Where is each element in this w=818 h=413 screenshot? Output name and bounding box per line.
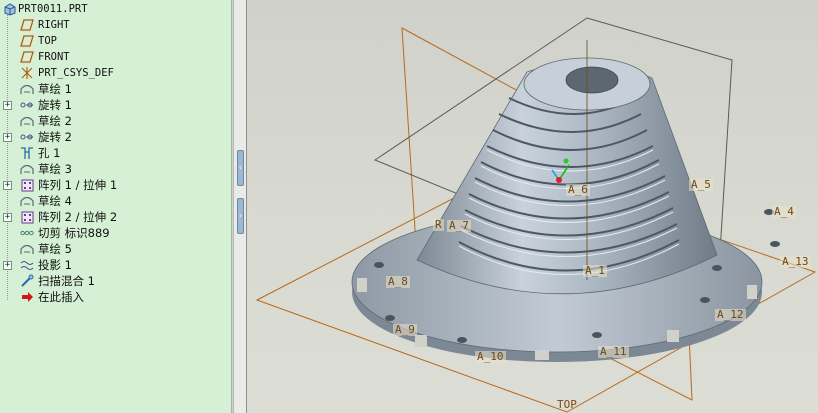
- tree-item[interactable]: + 阵列 2 / 拉伸 2: [0, 209, 231, 225]
- expand-toggle-icon[interactable]: +: [3, 212, 12, 222]
- expand-toggle-icon[interactable]: +: [3, 132, 12, 142]
- tree-item-label: PRT_CSYS_DEF: [38, 67, 114, 79]
- expand-toggle-icon[interactable]: +: [3, 260, 12, 270]
- projection-icon: [20, 258, 34, 272]
- tree-item[interactable]: FRONT: [0, 49, 231, 65]
- tree-item[interactable]: + 旋转 1: [0, 97, 231, 113]
- panel-splitter[interactable]: ‹ ›: [233, 0, 247, 413]
- pattern-icon: [20, 210, 34, 224]
- tree-item-label: FRONT: [38, 51, 70, 63]
- axis-label-a11[interactable]: A_11: [598, 346, 629, 358]
- cut-icon: [20, 226, 34, 240]
- expand-toggle-icon[interactable]: +: [3, 180, 12, 190]
- sketch-icon: [20, 82, 34, 96]
- tree-item-label: 孔 1: [38, 146, 61, 160]
- revolve-icon: [20, 98, 34, 112]
- tree-item-label: RIGHT: [38, 19, 70, 31]
- axis-label-a7[interactable]: A_7: [447, 220, 471, 232]
- axis-label-a5[interactable]: A_5: [689, 179, 713, 191]
- tree-item[interactable]: 孔 1: [0, 145, 231, 161]
- tree-item-label: 在此插入: [38, 290, 84, 304]
- hole-icon: [20, 146, 34, 160]
- tree-item[interactable]: 在此插入: [0, 289, 231, 305]
- expand-toggle-icon[interactable]: +: [3, 100, 12, 110]
- model-tree-panel: PRT0011.PRT RIGHT TOP FRONT PRT_CSYS_DEF 草绘 1…: [0, 0, 232, 413]
- tree-item[interactable]: 草绘 3: [0, 161, 231, 177]
- top-hole: [565, 66, 619, 94]
- tree-item-label: 旋转 2: [38, 130, 72, 144]
- tree-item[interactable]: PRT_CSYS_DEF: [0, 65, 231, 81]
- tree-item-label: 旋转 1: [38, 98, 72, 112]
- tree-item-label: 草绘 3: [38, 162, 72, 176]
- axis-label-a1[interactable]: A_1: [583, 265, 607, 277]
- tree-item-label: 阵列 1 / 拉伸 1: [38, 178, 118, 192]
- tree-item-label: 草绘 1: [38, 82, 72, 96]
- axis-label-a13[interactable]: A_13: [780, 256, 811, 268]
- collapse-tree-button[interactable]: ‹: [237, 150, 244, 186]
- tree-item[interactable]: PRT0011.PRT: [0, 1, 231, 17]
- axis-label-a10[interactable]: A_10: [475, 351, 506, 363]
- datum-plane-icon: [20, 18, 34, 32]
- sketch-icon: [20, 194, 34, 208]
- tree-item[interactable]: 草绘 2: [0, 113, 231, 129]
- graphics-viewport[interactable]: A_6 A_5 A_4 A_7 R A_13 A_1 A_8 A_12 A_9 …: [247, 0, 818, 413]
- tree-item-label: 投影 1: [38, 258, 72, 272]
- axis-label-a6[interactable]: A_6: [566, 184, 590, 196]
- csys-icon: [20, 66, 34, 80]
- axis-label-a8[interactable]: A_8: [386, 276, 410, 288]
- insert-here-arrow-icon: [20, 290, 34, 304]
- tree-item-label: 草绘 5: [38, 242, 72, 256]
- expand-tree-button[interactable]: ›: [237, 198, 244, 234]
- tree-item[interactable]: 切剪 标识889: [0, 225, 231, 241]
- axis-label-a12[interactable]: A_12: [715, 309, 746, 321]
- tree-item-label: 草绘 4: [38, 194, 72, 208]
- tree-item-label: PRT0011.PRT: [18, 3, 88, 15]
- tree-item-label: TOP: [38, 35, 57, 47]
- fragment-label: R: [433, 218, 444, 231]
- sketch-icon: [20, 162, 34, 176]
- part-icon: [2, 2, 16, 16]
- axis-label-a9[interactable]: A_9: [393, 324, 417, 336]
- tree-item[interactable]: 草绘 4: [0, 193, 231, 209]
- tree-item[interactable]: RIGHT: [0, 17, 231, 33]
- tree-item-label: 切剪 标识889: [38, 226, 110, 240]
- tree-item[interactable]: 草绘 1: [0, 81, 231, 97]
- datum-plane-icon: [20, 34, 34, 48]
- tree-item[interactable]: + 旋转 2: [0, 129, 231, 145]
- revolve-icon: [20, 130, 34, 144]
- tree-item-label: 扫描混合 1: [38, 274, 95, 288]
- tree-item[interactable]: + 阵列 1 / 拉伸 1: [0, 177, 231, 193]
- sketch-icon: [20, 114, 34, 128]
- tree-item[interactable]: + 投影 1: [0, 257, 231, 273]
- tree-item[interactable]: TOP: [0, 33, 231, 49]
- model-canvas[interactable]: [247, 0, 818, 413]
- tree-item-label: 阵列 2 / 拉伸 2: [38, 210, 118, 224]
- swept-blend-icon: [20, 274, 34, 288]
- pattern-icon: [20, 178, 34, 192]
- chevron-left-icon: ‹: [238, 163, 243, 172]
- datum-plane-label-top[interactable]: TOP: [557, 398, 577, 411]
- sketch-icon: [20, 242, 34, 256]
- tree-item[interactable]: 扫描混合 1: [0, 273, 231, 289]
- tree-item[interactable]: 草绘 5: [0, 241, 231, 257]
- axis-label-a4[interactable]: A_4: [772, 206, 796, 218]
- tree-item-label: 草绘 2: [38, 114, 72, 128]
- datum-plane-icon: [20, 50, 34, 64]
- chevron-right-icon: ›: [238, 211, 243, 220]
